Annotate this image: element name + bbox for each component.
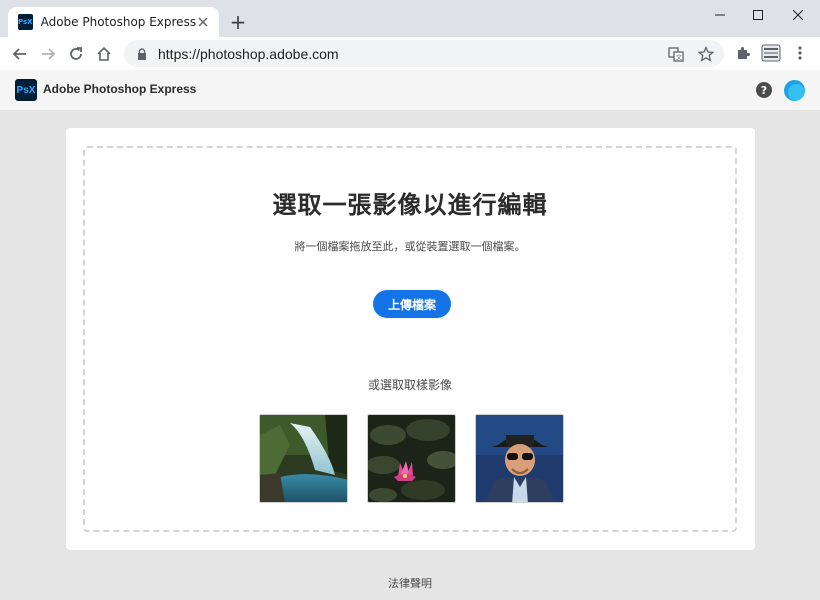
app-header: PsX Adobe Photoshop Express [0,70,820,111]
bookmark-star-icon[interactable] [696,44,716,64]
tab-strip: PsX Adobe Photoshop Express + [0,0,820,37]
sample-images-label: 或選取取樣影像 [367,378,452,392]
sample-images [259,414,564,503]
new-tab-button[interactable]: + [228,12,248,32]
svg-text:文: 文 [676,54,682,62]
legal-notice-link[interactable]: 法律聲明 [0,575,820,591]
address-bar[interactable]: https://photoshop.adobe.com 文 [124,40,724,67]
back-arrow-icon[interactable] [6,40,34,68]
lock-icon [136,47,148,60]
home-icon[interactable] [90,40,118,68]
app-name: Adobe Photoshop Express [43,82,197,96]
drop-subtitle: 將一個檔案拖放至此，或從裝置選取一個檔案。 [294,240,526,253]
browser-tab[interactable]: PsX Adobe Photoshop Express [8,7,219,37]
tab-title: Adobe Photoshop Express [40,15,197,29]
minimize-icon[interactable] [700,0,740,30]
sample-image-portrait[interactable] [475,414,564,503]
avatar[interactable] [784,80,805,101]
sample-image-lotus[interactable] [367,414,456,503]
help-icon[interactable]: ? [756,82,772,98]
maximize-icon[interactable] [738,0,778,30]
menu-dots-icon[interactable] [790,43,810,63]
forward-arrow-icon[interactable] [34,40,62,68]
close-tab-icon[interactable] [196,14,209,30]
window-close-icon[interactable] [778,0,818,30]
url-text: https://photoshop.adobe.com [158,45,339,62]
main-area: 選取一張影像以進行編輯 將一個檔案拖放至此，或從裝置選取一個檔案。 上傳檔案 或… [0,111,820,600]
drop-title: 選取一張影像以進行編輯 [272,191,548,219]
extensions-puzzle-icon[interactable] [733,43,753,63]
upload-card: 選取一張影像以進行編輯 將一個檔案拖放至此，或從裝置選取一個檔案。 上傳檔案 或… [66,128,755,550]
photoshop-favicon-icon: PsX [18,14,33,30]
profile-extension-icon[interactable] [761,43,781,63]
psx-logo[interactable]: PsX [15,79,37,101]
drop-zone[interactable]: 選取一張影像以進行編輯 將一個檔案拖放至此，或從裝置選取一個檔案。 上傳檔案 或… [83,146,737,532]
upload-file-button[interactable]: 上傳檔案 [373,290,451,318]
translate-icon[interactable]: 文 [666,44,686,64]
sample-image-waterfall[interactable] [259,414,348,503]
browser-toolbar: https://photoshop.adobe.com 文 [0,37,820,70]
reload-icon[interactable] [62,40,90,68]
